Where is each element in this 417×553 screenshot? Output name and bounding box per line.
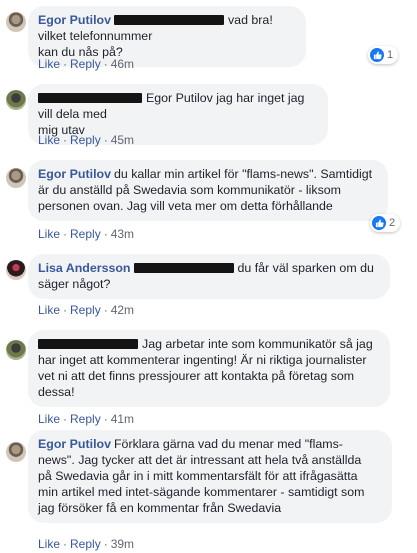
comment-text-line: personen ovan. Jag vill veta mer om dett…: [38, 199, 333, 213]
comment-text-line: du kallar min artikel för "flams-news". …: [113, 167, 373, 181]
comment-bubble: Jag arbetar inte som kommunikatör så jag…: [28, 330, 390, 407]
like-reaction-icon: [372, 216, 386, 230]
comment-text-line: på Swedavia går in i mitt kommentarsfält…: [38, 469, 358, 483]
reaction-count[interactable]: 1: [368, 46, 399, 64]
like-link[interactable]: Like: [38, 57, 60, 71]
timestamp[interactable]: 45m: [111, 133, 134, 147]
comment-bubble: Egor Putilov Förklara gärna vad du menar …: [28, 430, 392, 523]
like-link[interactable]: Like: [38, 133, 60, 147]
comment-text-line: jag försöker få en kommentar från Swedav…: [38, 501, 282, 515]
comment-text-line: Förklara gärna vad du menar med "flams-: [113, 437, 343, 451]
timestamp[interactable]: 42m: [111, 303, 134, 317]
avatar[interactable]: [6, 90, 26, 110]
redacted-name: [133, 263, 234, 273]
redacted-name: [38, 93, 142, 103]
comment-actions: Like · Reply · 39m: [38, 537, 135, 551]
comment-text-line: dessa!: [38, 385, 75, 399]
comment-actions: Like · Reply · 45m: [38, 133, 135, 147]
comment-actions: Like · Reply · 43m: [38, 227, 135, 241]
like-link[interactable]: Like: [38, 412, 60, 426]
avatar[interactable]: [6, 340, 26, 360]
reply-link[interactable]: Reply: [70, 537, 101, 551]
comment-author[interactable]: Egor Putilov: [38, 13, 111, 27]
timestamp[interactable]: 39m: [111, 537, 134, 551]
reaction-count[interactable]: 2: [370, 214, 401, 232]
comment-text-line: Jag arbetar inte som kommunikatör så jag: [142, 337, 373, 351]
comment-text-line: min artikel med intet-sägande kommentare…: [38, 485, 365, 499]
comment-text-line: news". Jag tycker att det är intressant …: [38, 453, 362, 467]
like-link[interactable]: Like: [38, 537, 60, 551]
comment-text-line: säger något?: [38, 277, 111, 291]
reply-link[interactable]: Reply: [70, 303, 101, 317]
comment-bubble: Egor Putilov du kallar min artikel för "f…: [28, 160, 388, 221]
comment-text-line: vet ni att det finns pressjourer att kon…: [38, 369, 355, 383]
reply-link[interactable]: Reply: [70, 133, 101, 147]
comment-actions: Like · Reply · 42m: [38, 303, 135, 317]
reply-link[interactable]: Reply: [70, 227, 101, 241]
comment-author[interactable]: Lisa Andersson: [38, 261, 131, 275]
reply-link[interactable]: Reply: [70, 57, 101, 71]
avatar[interactable]: [6, 168, 26, 188]
comment-author[interactable]: Egor Putilov: [38, 167, 111, 181]
avatar[interactable]: [6, 442, 26, 462]
like-link[interactable]: Like: [38, 303, 60, 317]
comment-author[interactable]: Egor Putilov: [38, 437, 111, 451]
comment-text-line: har inget att kommenterar ingenting! Är …: [38, 353, 367, 367]
like-link[interactable]: Like: [38, 227, 60, 241]
avatar[interactable]: [6, 260, 26, 280]
timestamp[interactable]: 46m: [111, 57, 134, 71]
timestamp[interactable]: 41m: [111, 412, 134, 426]
comment-actions: Like · Reply · 41m: [38, 412, 135, 426]
timestamp[interactable]: 43m: [111, 227, 134, 241]
comment-text-line: du får väl sparken om du: [237, 261, 374, 275]
redacted-name: [38, 339, 138, 349]
reply-link[interactable]: Reply: [70, 412, 101, 426]
redacted-name: [113, 15, 224, 25]
comment-actions: Like · Reply · 46m: [38, 57, 135, 71]
comment-bubble: Lisa Andersson du får väl sparken om du s…: [28, 254, 390, 299]
avatar[interactable]: [6, 12, 26, 32]
like-reaction-icon: [370, 48, 384, 62]
comment-text-line: är du anställd på Swedavia som kommunika…: [38, 183, 342, 197]
